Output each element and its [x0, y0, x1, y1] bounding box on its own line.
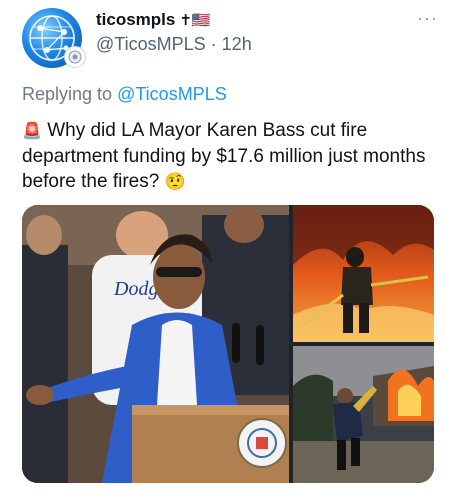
author-handle[interactable]: @TicosMPLS	[96, 34, 206, 54]
tweet-body: Why did LA Mayor Karen Bass cut fire dep…	[22, 120, 426, 192]
media-photo-main[interactable]: Dodgers	[22, 205, 289, 483]
media-photo-firefighter[interactable]	[293, 205, 434, 342]
display-name[interactable]: ticosmpls	[96, 10, 175, 30]
author-name-row[interactable]: ticosmpls ✝🇺🇸	[96, 10, 211, 30]
handle-row: @TicosMPLS · 12h	[96, 34, 252, 55]
tweet-timestamp[interactable]: 12h	[222, 34, 252, 54]
media-photo-fire-house[interactable]	[293, 346, 434, 483]
replying-handle-link[interactable]: @TicosMPLS	[117, 84, 227, 104]
badge-icon	[64, 46, 86, 68]
replying-to: Replying to @TicosMPLS	[22, 84, 227, 105]
tweet-text: 🚨 Why did LA Mayor Karen Bass cut fire d…	[22, 118, 432, 194]
raised-eyebrow-emoji: 🤨	[164, 172, 186, 191]
replying-prefix: Replying to	[22, 84, 113, 104]
photo-illustration: Dodgers	[22, 205, 289, 483]
photo-illustration	[293, 205, 434, 342]
separator-dot: ·	[210, 34, 217, 54]
photo-illustration	[293, 346, 434, 483]
name-emoji: ✝🇺🇸	[179, 12, 211, 29]
media-grid[interactable]: Dodgers	[22, 205, 434, 483]
more-options-icon[interactable]: ···	[417, 8, 438, 29]
siren-emoji: 🚨	[22, 123, 42, 140]
